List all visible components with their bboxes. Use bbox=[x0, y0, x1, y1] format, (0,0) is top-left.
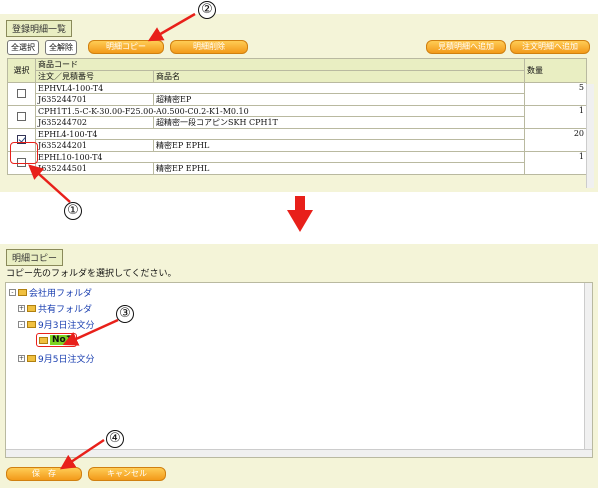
callout-3: ③ bbox=[116, 305, 134, 323]
big-arrow-shaft bbox=[295, 196, 305, 210]
annotation-overlay bbox=[28, 12, 313, 470]
arrow-2 bbox=[147, 12, 196, 42]
callout-2: ② bbox=[198, 1, 216, 19]
arrow-1 bbox=[28, 164, 71, 203]
big-arrow-head bbox=[287, 210, 313, 232]
callout-1: ① bbox=[64, 202, 82, 220]
arrow-4 bbox=[59, 438, 105, 470]
arrow-3 bbox=[62, 318, 119, 346]
callout-4: ④ bbox=[106, 430, 124, 448]
